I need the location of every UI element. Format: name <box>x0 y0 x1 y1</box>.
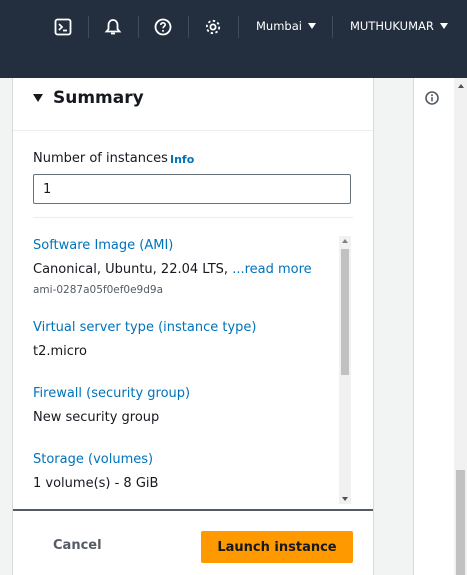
read-more-link[interactable]: ...read more <box>232 262 311 277</box>
topbar-separator <box>332 16 333 38</box>
firewall-link[interactable]: Firewall (security group) <box>33 386 190 401</box>
topbar-separator <box>88 16 89 38</box>
summary-header[interactable]: Summary <box>13 78 373 131</box>
tools-panel <box>413 78 467 575</box>
topbar-separator <box>238 16 239 38</box>
instance-type-value: t2.micro <box>33 344 87 359</box>
summary-details: Software Image (AMI) Canonical, Ubuntu, … <box>33 236 351 504</box>
ami-link[interactable]: Software Image (AMI) <box>33 238 173 253</box>
account-menu[interactable]: MUTHUKUMAR <box>350 19 448 33</box>
chevron-down-icon <box>439 23 448 29</box>
ami-id: ami-0287a05f0ef0e9d9a <box>33 284 164 296</box>
topbar-separator <box>188 16 189 38</box>
details-scrollbar[interactable] <box>339 236 351 504</box>
storage-link[interactable]: Storage (volumes) <box>33 452 153 467</box>
storage-value: 1 volume(s) - 8 GiB <box>33 476 159 491</box>
topbar-separator <box>138 16 139 38</box>
instance-type-link[interactable]: Virtual server type (instance type) <box>33 320 256 335</box>
account-label: MUTHUKUMAR <box>350 19 434 33</box>
summary-title: Summary <box>53 88 144 108</box>
launch-instance-button[interactable]: Launch instance <box>201 531 353 563</box>
footer-divider <box>13 509 373 511</box>
help-icon[interactable] <box>153 17 173 37</box>
ami-value: Canonical, Ubuntu, 22.04 LTS, ...read mo… <box>33 262 312 277</box>
scroll-up-arrow-icon[interactable] <box>342 239 348 243</box>
notifications-bell-icon[interactable] <box>103 17 123 37</box>
region-label: Mumbai <box>256 19 302 33</box>
top-navigation-bar: Mumbai MUTHUKUMAR <box>0 0 467 78</box>
instances-input[interactable] <box>34 175 350 203</box>
scrollbar-thumb[interactable] <box>341 249 349 375</box>
caret-down-icon <box>33 94 43 102</box>
scrollbar-thumb[interactable] <box>456 470 465 575</box>
instances-input-box[interactable] <box>33 174 351 204</box>
page-scrollbar[interactable] <box>454 78 467 575</box>
info-link[interactable]: Info <box>170 153 194 166</box>
ami-value-text: Canonical, Ubuntu, 22.04 LTS, <box>33 262 233 277</box>
summary-panel: Summary Number of instances Info Softwar… <box>12 78 374 575</box>
scroll-down-arrow-icon[interactable] <box>342 497 348 501</box>
firewall-value: New security group <box>33 410 160 425</box>
cancel-button[interactable]: Cancel <box>53 538 102 553</box>
divider <box>33 217 353 218</box>
instances-label: Number of instances <box>33 151 168 166</box>
scroll-up-arrow-icon[interactable] <box>458 84 464 88</box>
chevron-down-icon <box>307 23 316 29</box>
settings-gear-icon[interactable] <box>203 17 223 37</box>
cloudshell-icon[interactable] <box>53 17 73 37</box>
region-selector[interactable]: Mumbai <box>256 19 316 33</box>
info-icon[interactable] <box>425 90 439 105</box>
